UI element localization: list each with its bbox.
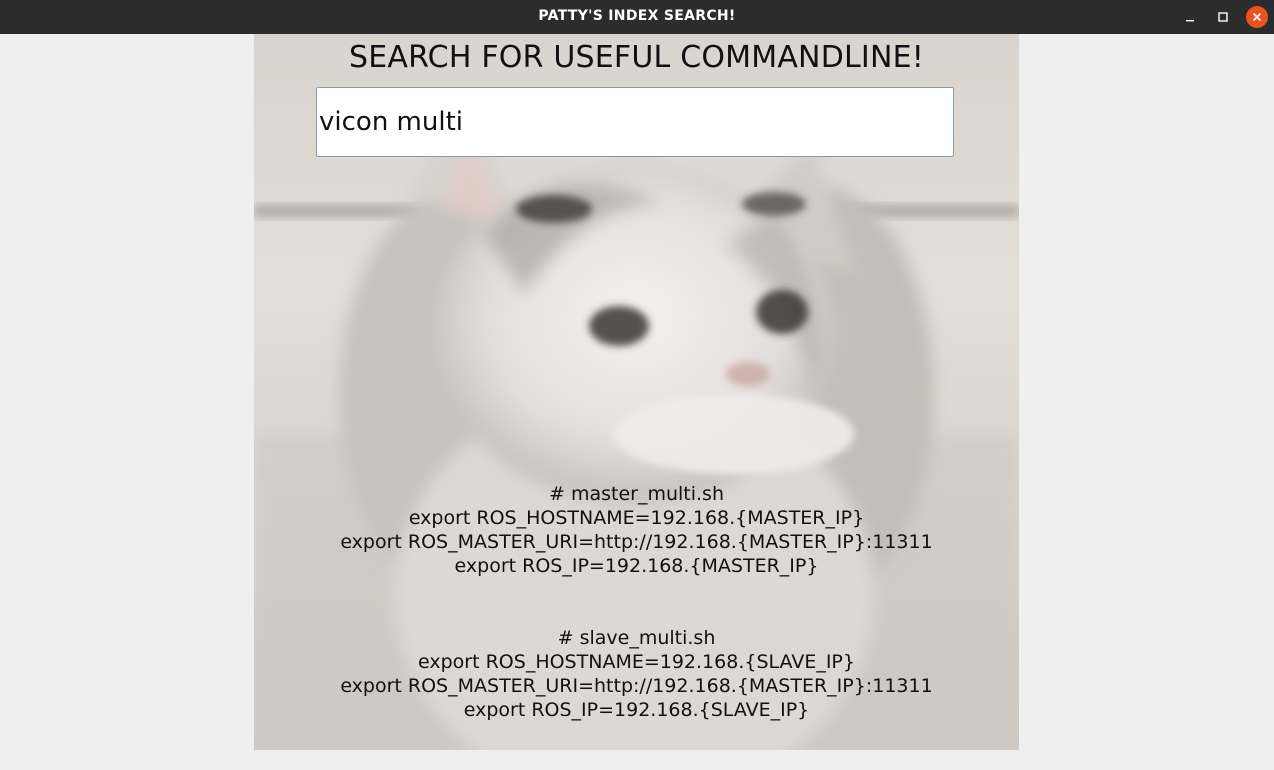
results-list: # master_multi.sh export ROS_HOSTNAME=19… (254, 482, 1019, 770)
maximize-button[interactable] (1211, 5, 1235, 29)
result-line: export ROS_MASTER_URI=http://192.168.{MA… (340, 675, 933, 697)
close-button[interactable] (1246, 6, 1268, 28)
window-title: PATTY'S INDEX SEARCH! (538, 8, 736, 24)
result-line: export ROS_IP=192.168.{MASTER_IP} (454, 555, 819, 577)
result-line: export ROS_IP=192.168.{SLAVE_IP} (463, 699, 810, 721)
result-block-slave: # slave_multi.sh export ROS_HOSTNAME=192… (254, 626, 1019, 722)
page-title: SEARCH FOR USEFUL COMMANDLINE! (349, 40, 924, 75)
result-line: export ROS_HOSTNAME=192.168.{MASTER_IP} (408, 507, 865, 529)
result-line: # master_multi.sh (549, 483, 724, 505)
search-box[interactable] (316, 87, 954, 157)
result-line: export ROS_HOSTNAME=192.168.{SLAVE_IP} (418, 651, 855, 673)
search-input[interactable] (319, 88, 949, 156)
result-line: export ROS_MASTER_URI=http://192.168.{MA… (340, 531, 933, 553)
title-bar: PATTY'S INDEX SEARCH! (0, 0, 1274, 34)
close-icon (1253, 13, 1261, 21)
result-line: # slave_multi.sh (557, 627, 716, 649)
result-block-master: # master_multi.sh export ROS_HOSTNAME=19… (254, 482, 1019, 578)
minimize-icon (1186, 20, 1194, 22)
minimize-button[interactable] (1178, 5, 1202, 29)
maximize-icon (1218, 12, 1228, 22)
